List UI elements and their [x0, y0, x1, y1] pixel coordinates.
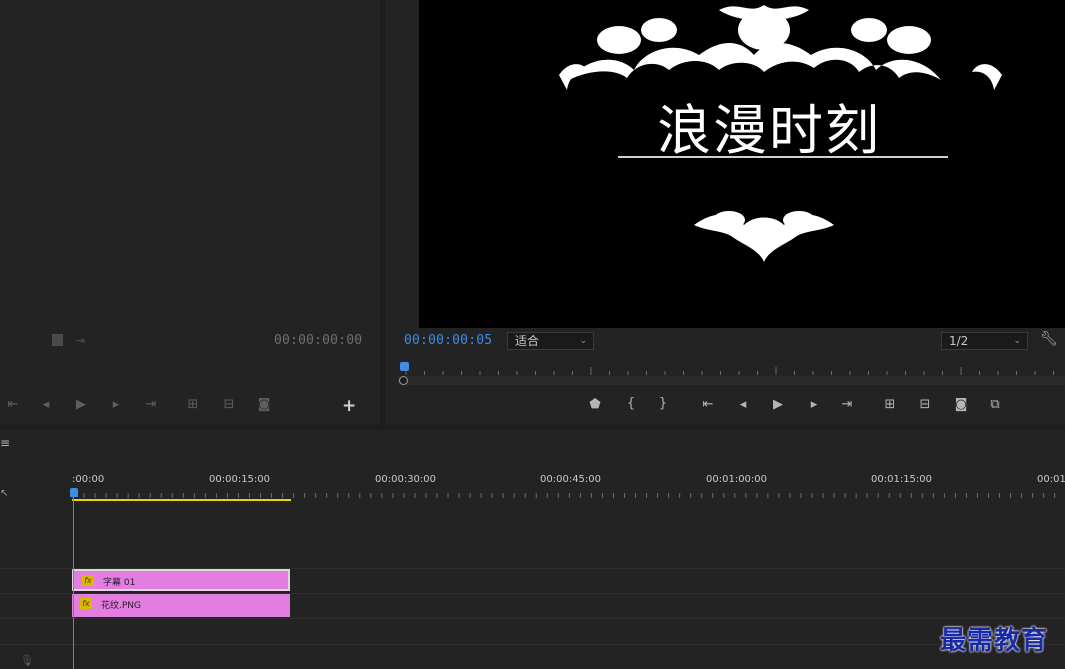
- step-back-icon[interactable]: ◂: [37, 398, 55, 412]
- program-scroll-bar[interactable]: [398, 376, 1065, 385]
- resolution-dropdown[interactable]: 1/2 ⌄: [941, 332, 1028, 350]
- insert-icon[interactable]: ⇥: [76, 334, 85, 347]
- watermark: 最需教育: [940, 626, 1049, 656]
- wrench-tool-icon[interactable]: ↖: [0, 488, 8, 499]
- step-forward-icon[interactable]: ▸: [805, 398, 823, 412]
- resolution-value: 1/2: [949, 334, 969, 348]
- wrench-icon[interactable]: 🔧︎: [1040, 331, 1058, 347]
- insert-clip-icon[interactable]: ⊞: [184, 398, 202, 412]
- camera-icon[interactable]: ◙: [952, 398, 970, 412]
- fit-value: 适合: [515, 334, 540, 348]
- work-area-bar[interactable]: [72, 499, 291, 501]
- source-monitor-panel: ⇥ 00:00:00:00 ⇤ ◂ ▶ ▸ ⇥ ⊞ ⊟ ◙ +: [0, 0, 380, 425]
- ruler-label: 00:00:15:00: [209, 474, 271, 485]
- chevron-down-icon: ⌄: [579, 336, 587, 346]
- program-viewer: 浪漫时刻: [419, 0, 1065, 328]
- timeline-playhead-line: [73, 496, 74, 669]
- clip-subtitle[interactable]: fx 字幕 01: [72, 569, 290, 591]
- program-playhead[interactable]: [400, 362, 409, 371]
- clip-name: 花纹.PNG: [101, 601, 141, 611]
- camera-icon[interactable]: ◙: [255, 398, 273, 412]
- clip-name: 字幕 01: [103, 578, 136, 588]
- fx-badge: fx: [80, 598, 92, 609]
- ruler-label: 00:01:: [1037, 474, 1065, 485]
- marker-icon[interactable]: ⬟: [586, 398, 604, 412]
- go-to-in-icon[interactable]: ⇤: [4, 398, 22, 412]
- title-text: 浪漫时刻: [657, 99, 881, 162]
- track-divider: [0, 618, 1065, 619]
- overwrite-clip-icon[interactable]: ⊟: [220, 398, 238, 412]
- ruler-label: 00:00:30:00: [375, 474, 437, 485]
- mark-in-icon[interactable]: {: [622, 397, 640, 411]
- go-to-out-icon[interactable]: ⇥: [838, 398, 856, 412]
- add-button[interactable]: +: [342, 396, 356, 416]
- extract-icon[interactable]: ⊟: [916, 398, 934, 412]
- play-icon[interactable]: ▶: [769, 398, 787, 412]
- compare-view-icon[interactable]: ⧉: [986, 398, 1004, 412]
- ruler-label: 00:01:15:00: [871, 474, 933, 485]
- go-to-out-icon[interactable]: ⇥: [142, 398, 160, 412]
- timeline-panel: ≡ ↖ :00:00 00:00:15:00 00:00:30:00 00:00…: [0, 430, 1065, 669]
- program-timecode[interactable]: 00:00:00:05: [404, 333, 492, 348]
- track-divider: [0, 644, 1065, 645]
- step-forward-icon[interactable]: ▸: [107, 398, 125, 412]
- chevron-down-icon: ⌄: [1013, 336, 1021, 346]
- ruler-label: 00:01:00:00: [706, 474, 768, 485]
- ruler-label: :00:00: [72, 474, 105, 485]
- go-to-in-icon[interactable]: ⇤: [699, 398, 717, 412]
- export-frame-icon[interactable]: [52, 334, 63, 346]
- program-time-ruler[interactable]: [398, 362, 1065, 375]
- source-timecode[interactable]: 00:00:00:00: [274, 333, 362, 348]
- mark-out-icon[interactable]: }: [654, 397, 672, 411]
- fit-dropdown[interactable]: 适合 ⌄: [507, 332, 594, 350]
- clip-pattern[interactable]: fx 花纹.PNG: [72, 594, 290, 617]
- fx-badge: fx: [82, 575, 94, 586]
- ruler-label: 00:00:45:00: [540, 474, 602, 485]
- play-icon[interactable]: ▶: [72, 398, 90, 412]
- microphone-icon[interactable]: 🎙︎: [20, 654, 34, 667]
- zoom-handle[interactable]: [399, 376, 408, 385]
- timeline-menu-icon[interactable]: ≡: [0, 436, 10, 450]
- timeline-playhead[interactable]: [70, 488, 78, 497]
- step-back-icon[interactable]: ◂: [734, 398, 752, 412]
- lift-icon[interactable]: ⊞: [881, 398, 899, 412]
